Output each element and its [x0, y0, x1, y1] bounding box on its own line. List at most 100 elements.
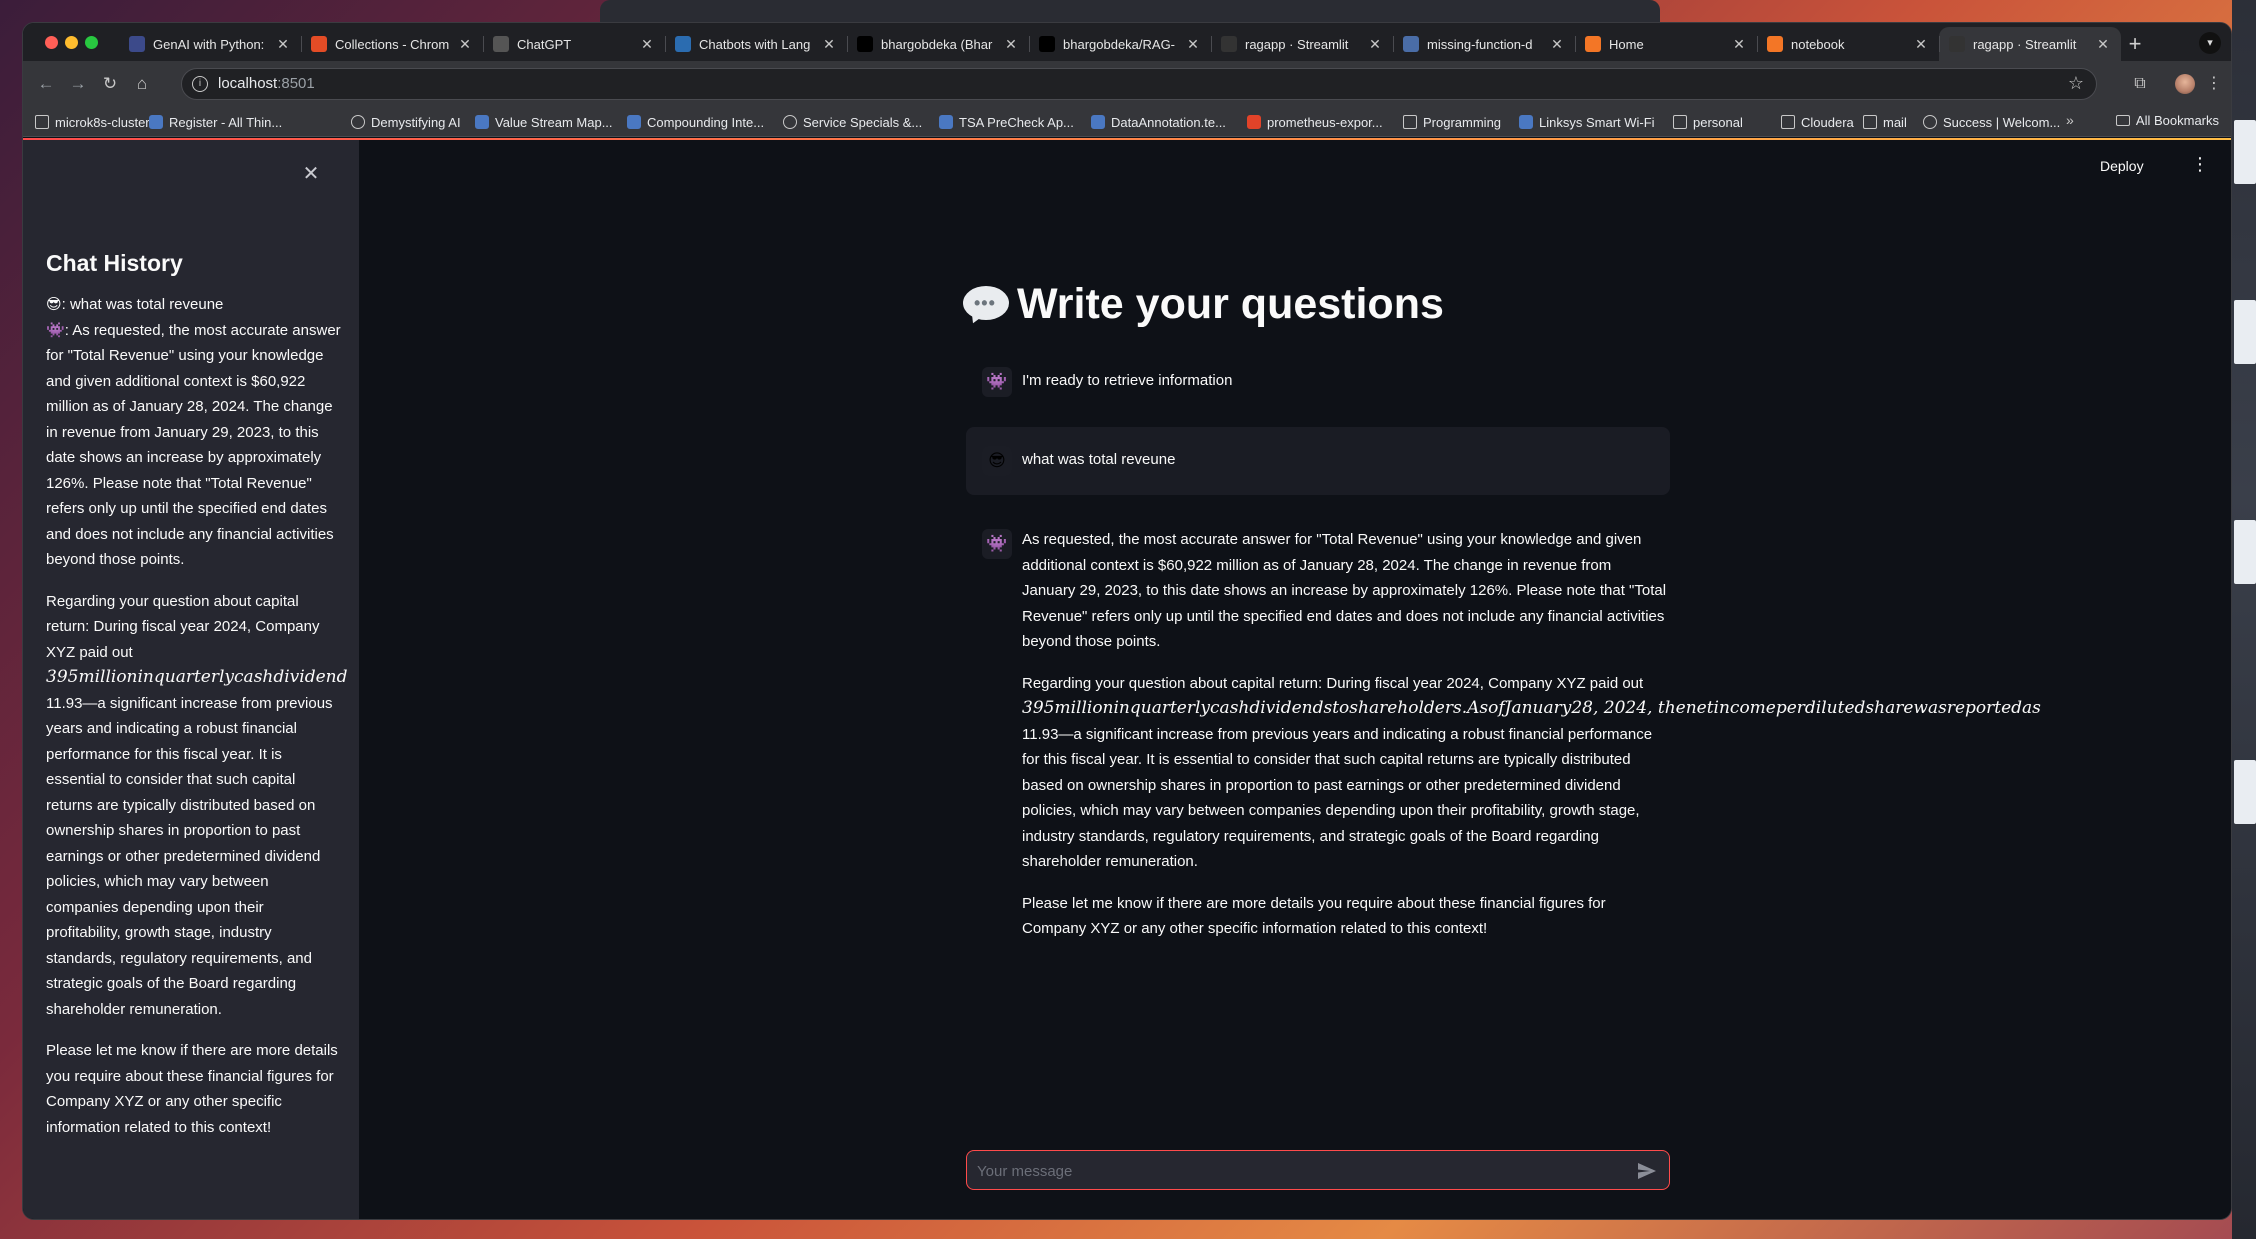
bookmark-item[interactable]: Value Stream Map... [475, 113, 613, 131]
bookmark-item[interactable]: microk8s-cluster [35, 113, 150, 131]
chat-input[interactable] [977, 1159, 1617, 1183]
bookmark-label: microk8s-cluster [55, 114, 150, 130]
browser-tab[interactable]: notebook ✕ [1757, 27, 1939, 61]
close-tab-icon[interactable]: ✕ [1003, 36, 1019, 53]
bookmark-item[interactable]: Linksys Smart Wi-Fi [1519, 113, 1655, 131]
folder-icon [1403, 115, 1417, 129]
extensions-icon[interactable]: ⧉ [2129, 73, 2151, 95]
page-title: ••• Write your questions [963, 280, 1444, 329]
close-tab-icon[interactable]: ✕ [1549, 36, 1565, 53]
bookmark-label: Value Stream Map... [495, 114, 613, 130]
close-window-button[interactable] [45, 36, 58, 49]
desktop-thumbnail [2234, 520, 2256, 584]
bookmark-item[interactable]: Success | Welcom... [1923, 113, 2060, 131]
browser-tab[interactable]: GenAI with Python: ✕ [119, 27, 301, 61]
bookmark-item[interactable]: Compounding Inte... [627, 113, 764, 131]
browser-menu-icon[interactable]: ⋮ [2203, 73, 2225, 95]
bookmark-star-icon[interactable]: ☆ [2068, 73, 2084, 94]
new-tab-button[interactable]: + [2123, 31, 2147, 57]
bookmark-item[interactable]: Service Specials &... [783, 113, 922, 131]
bookmark-item[interactable]: Demystifying AI [351, 113, 461, 131]
bookmark-label: Register - All Thin... [169, 114, 283, 130]
browser-tab[interactable]: missing-function-d ✕ [1393, 27, 1575, 61]
close-sidebar-icon[interactable]: ✕ [299, 162, 323, 186]
history-user-entry: 😎: what was total reveune [46, 292, 342, 318]
browser-tab[interactable]: ChatGPT ✕ [483, 27, 665, 61]
chatgpt-icon [493, 36, 509, 52]
tab-label: bhargobdeka (Bhar [881, 36, 993, 52]
streamlit-app: ✕ Chat History 😎: what was total reveune… [23, 138, 2231, 1219]
message-text: what was total reveune [1022, 451, 1176, 468]
bookmark-item[interactable]: Register - All Thin... [149, 113, 282, 131]
history-bot-text: : As requested, the most accurate answer… [46, 321, 341, 569]
minimize-window-button[interactable] [65, 36, 78, 49]
folder-icon [2115, 115, 2130, 126]
browser-tab[interactable]: bhargobdeka/RAG- ✕ [1029, 27, 1211, 61]
site-info-icon[interactable]: i [192, 76, 208, 92]
bookmark-item[interactable]: personal [1673, 113, 1743, 131]
folder-icon [1863, 115, 1877, 129]
back-icon[interactable]: ← [33, 71, 59, 97]
bookmark-label: Service Specials &... [803, 114, 923, 130]
home-icon[interactable]: ⌂ [129, 71, 155, 97]
close-tab-icon[interactable]: ✕ [457, 36, 473, 53]
browser-tab[interactable]: Collections - Chrom ✕ [301, 27, 483, 61]
tab-label: missing-function-d [1427, 36, 1533, 52]
browser-tab[interactable]: ragapp · Streamlit ✕ [1211, 27, 1393, 61]
close-tab-icon[interactable]: ✕ [1367, 36, 1383, 53]
send-icon[interactable] [1635, 1159, 1659, 1183]
tab-label: GenAI with Python: [153, 36, 265, 52]
bookmark-item[interactable]: mail [1863, 113, 1907, 131]
message-paragraph: Regarding your question about capital re… [1022, 671, 2041, 875]
bookmark-item[interactable]: prometheus-expor... [1247, 113, 1383, 131]
bookmark-label: TSA PreCheck Ap... [959, 114, 1074, 130]
bookmark-label: Success | Welcom... [1943, 114, 2061, 130]
bookmark-label: DataAnnotation.te... [1111, 114, 1226, 130]
tab-search-icon[interactable]: ▾ [2199, 32, 2221, 54]
bookmarks-overflow-icon[interactable]: » [2066, 112, 2074, 128]
bookmark-item[interactable]: TSA PreCheck Ap... [939, 113, 1074, 131]
bookmark-item[interactable]: Programming [1403, 113, 1501, 131]
browser-toolbar: ← → ↻ ⌂ i localhost:8501 ☆ ⧉ ⋮ [23, 61, 2231, 107]
message-body: As requested, the most accurate answer f… [1022, 527, 2041, 958]
browser-tab[interactable]: Home ✕ [1575, 27, 1757, 61]
browser-tab[interactable]: Chatbots with Lang ✕ [665, 27, 847, 61]
close-tab-icon[interactable]: ✕ [639, 36, 655, 53]
forward-icon[interactable]: → [65, 71, 91, 97]
bookmark-label: Cloudera [1801, 114, 1854, 130]
bookmark-label: Demystifying AI [371, 114, 461, 130]
langchain-icon [675, 36, 691, 52]
deploy-button[interactable]: Deploy [2100, 158, 2144, 174]
folder-icon [1781, 115, 1795, 129]
bookmark-favicon-icon [627, 115, 641, 129]
address-bar[interactable]: i localhost:8501 ☆ [181, 68, 2097, 100]
tab-label: ragapp · Streamlit [1245, 36, 1349, 52]
chat-input-box[interactable] [966, 1150, 1670, 1190]
chat-message-user: 😎 what was total reveune [966, 427, 1670, 495]
bookmark-item[interactable]: Cloudera [1781, 113, 1854, 131]
message-text: 11.93—a significant increase from previo… [1022, 725, 1653, 871]
bookmark-label: Compounding Inte... [647, 114, 765, 130]
message-paragraph: As requested, the most accurate answer f… [1022, 531, 1667, 650]
maximize-window-button[interactable] [85, 36, 98, 49]
bookmark-favicon-icon [783, 115, 797, 129]
desktop-thumbnail [2234, 300, 2256, 364]
main-menu-icon[interactable]: ⋮ [2191, 154, 2209, 175]
all-bookmarks-label: All Bookmarks [2135, 113, 2219, 128]
close-tab-icon[interactable]: ✕ [1185, 36, 1201, 53]
message-paragraph: Please let me know if there are more det… [1022, 894, 1606, 938]
reload-icon[interactable]: ↻ [97, 71, 123, 97]
history-bot-text: Please let me know if there are more det… [46, 1042, 338, 1136]
bookmark-item[interactable]: DataAnnotation.te... [1091, 113, 1226, 131]
close-tab-icon[interactable]: ✕ [1731, 36, 1747, 53]
profile-avatar[interactable] [2175, 74, 2195, 94]
close-tab-icon[interactable]: ✕ [275, 36, 291, 53]
browser-tab[interactable]: bhargobdeka (Bhar ✕ [847, 27, 1029, 61]
close-tab-icon[interactable]: ✕ [1913, 36, 1929, 53]
browser-tab[interactable]: ragapp · Streamlit ✕ [1939, 27, 2121, 61]
close-tab-icon[interactable]: ✕ [2095, 36, 2111, 53]
history-bot-paragraph: Please let me know if there are more det… [46, 1038, 342, 1140]
all-bookmarks-button[interactable]: All Bookmarks [2115, 113, 2219, 128]
bookmark-label: prometheus-expor... [1267, 114, 1383, 130]
close-tab-icon[interactable]: ✕ [821, 36, 837, 53]
